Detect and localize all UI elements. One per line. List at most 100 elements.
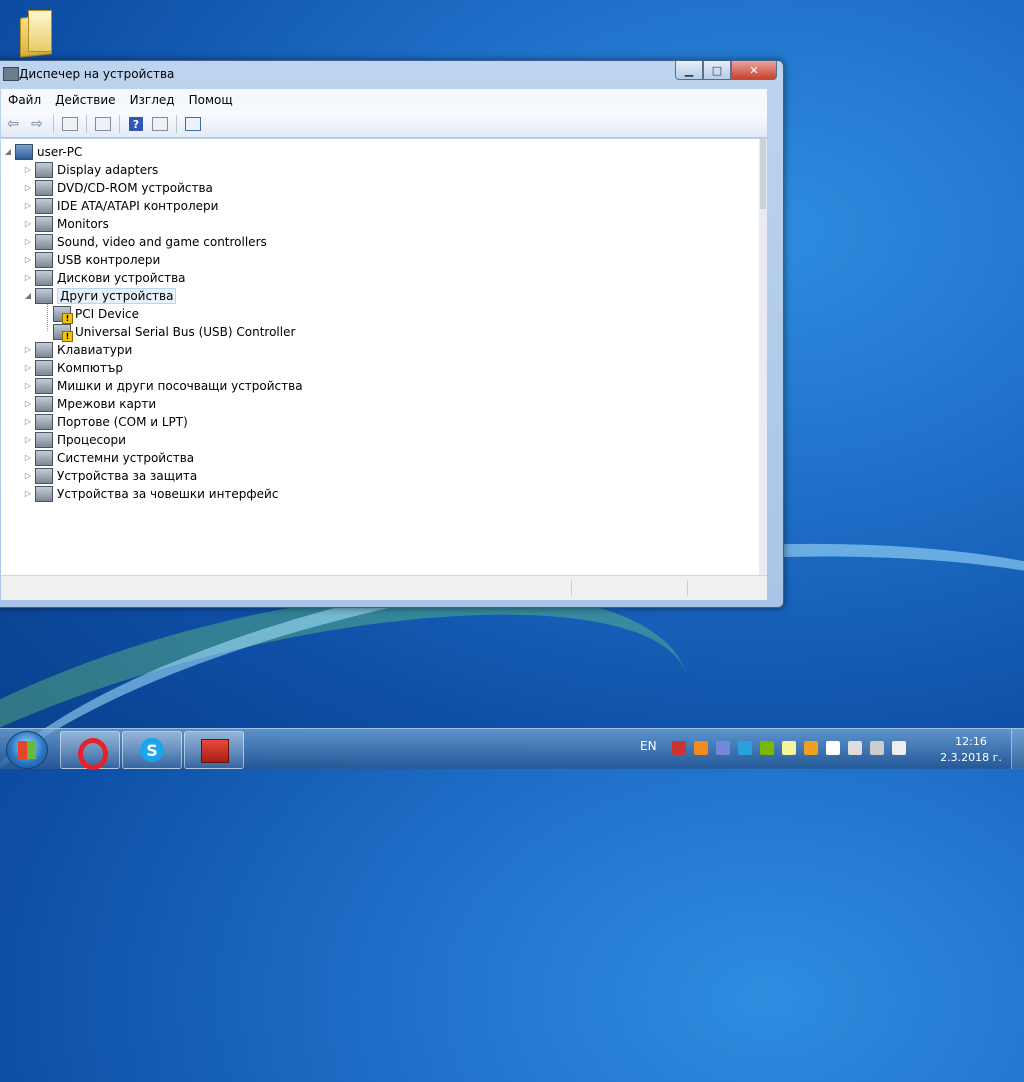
tree-category-label: Други устройства [57,287,177,304]
device-category-icon [35,179,53,196]
tree-category[interactable]: ▷ Monitors [23,215,109,232]
skype-icon: S [140,738,164,762]
expand-arrow-icon[interactable]: ▷ [23,345,33,354]
clock[interactable]: 12:16 2.3.2018 г. [940,734,1002,766]
taskbar-skype[interactable]: S [122,731,182,769]
tray-app-icon[interactable] [782,741,796,755]
toolbar-separator [53,115,54,133]
tree-category[interactable]: ▷ Мишки и други посочващи устройства [23,377,303,394]
expand-arrow-icon[interactable]: ▷ [23,219,33,228]
expand-arrow-icon[interactable]: ▷ [23,201,33,210]
status-bar [1,575,767,600]
scrollbar-thumb[interactable] [760,139,766,209]
tree-device-label: PCI Device [75,306,140,321]
expand-arrow-icon[interactable]: ▷ [23,237,33,246]
menu-help[interactable]: Помощ [182,93,240,107]
tree-category-label: IDE ATA/ATAPI контролери [57,198,219,213]
expand-arrow-icon[interactable]: ▷ [23,381,33,390]
action-pane-icon[interactable] [150,115,170,133]
expand-arrow-icon[interactable]: ▷ [23,183,33,192]
tree-category[interactable]: ▷ USB контролери [23,251,160,268]
expand-arrow-icon[interactable]: ▷ [23,417,33,426]
tree-category[interactable]: ▷ Компютър [23,359,123,376]
title-bar[interactable]: Диспечер на устройства ▁ □ ✕ [0,61,783,87]
tree-root[interactable]: ◢ user-PC [3,143,82,160]
device-category-icon [35,359,53,376]
collapse-arrow-icon[interactable]: ◢ [23,291,33,300]
tree-category-label: Системни устройства [57,450,195,465]
tree-category[interactable]: ▷ Клавиатури [23,341,132,358]
show-hide-console-tree-icon[interactable] [60,115,80,133]
properties-icon[interactable] [93,115,113,133]
toolbar: ⇦ ⇨ ? [1,111,767,138]
expand-arrow-icon[interactable]: ▷ [23,399,33,408]
device-warning-icon [53,323,73,342]
tree-category[interactable]: ▷ Системни устройства [23,449,194,466]
tray-volume-icon[interactable] [892,741,906,755]
opera-icon [78,738,108,770]
tree-category[interactable]: ▷ Дискови устройства [23,269,186,286]
tray-nvidia-icon[interactable] [760,741,774,755]
help-icon[interactable]: ? [126,115,146,133]
taskbar-device-manager[interactable] [184,731,244,769]
toolbar-separator [176,115,177,133]
device-category-icon [35,377,53,394]
menu-action[interactable]: Действие [48,93,122,107]
device-category-icon [35,485,53,502]
device-category-icon [35,161,53,178]
tree-category-label: Процесори [57,432,126,447]
tree-category[interactable]: ▷ Устройства за защита [23,467,197,484]
tray-flag-icon[interactable] [826,741,840,755]
tray-app-icon[interactable] [804,741,818,755]
back-icon[interactable]: ⇦ [3,115,23,133]
tree-category[interactable]: ▷ Устройства за човешки интерфейс [23,485,278,502]
tray-app-icon[interactable] [672,741,686,755]
desktop-folder-icon[interactable] [16,6,54,58]
tree-category-label: Monitors [57,216,109,231]
minimize-button[interactable]: ▁ [675,61,703,80]
tray-discord-icon[interactable] [716,741,730,755]
window-title: Диспечер на устройства [19,67,175,81]
tree-category[interactable]: ▷ Мрежови карти [23,395,156,412]
tray-app-icon[interactable] [848,741,862,755]
maximize-button[interactable]: □ [703,61,731,80]
tray-avast-icon[interactable] [694,741,708,755]
expand-arrow-icon[interactable]: ▷ [23,471,33,480]
expand-arrow-icon[interactable]: ▷ [23,255,33,264]
device-category-icon [35,413,53,430]
tree-category[interactable]: ▷ IDE ATA/ATAPI контролери [23,197,218,214]
device-category-icon [35,467,53,484]
tree-device[interactable]: PCI Device [51,305,140,324]
tree-device[interactable]: Universal Serial Bus (USB) Controller [51,323,295,342]
expand-arrow-icon[interactable]: ▷ [23,453,33,462]
tray-network-icon[interactable] [870,741,884,755]
tree-category[interactable]: ▷ Sound, video and game controllers [23,233,267,250]
tree-category[interactable]: ▷ Процесори [23,431,126,448]
taskbar: S EN 12:16 2.3.2018 г. [0,728,1024,770]
tree-category-label: Display adapters [57,162,159,177]
collapse-arrow-icon[interactable]: ◢ [3,147,13,156]
expand-arrow-icon[interactable]: ▷ [23,165,33,174]
toolbar-separator [86,115,87,133]
tree-category-label: DVD/CD-ROM устройства [57,180,213,195]
tree-category[interactable]: ▷ DVD/CD-ROM устройства [23,179,213,196]
expand-arrow-icon[interactable]: ▷ [23,273,33,282]
expand-arrow-icon[interactable]: ▷ [23,435,33,444]
windows-logo-icon [18,741,36,759]
taskbar-opera[interactable] [60,731,120,770]
show-desktop-button[interactable] [1011,729,1024,769]
tray-app-icon[interactable] [738,741,752,755]
scan-hardware-icon[interactable] [183,115,203,133]
language-indicator[interactable]: EN [640,739,657,753]
expand-arrow-icon[interactable]: ▷ [23,363,33,372]
tree-category[interactable]: ▷ Портове (COM и LPT) [23,413,188,430]
forward-icon[interactable]: ⇨ [27,115,47,133]
close-button[interactable]: ✕ [731,61,777,80]
expand-arrow-icon[interactable]: ▷ [23,489,33,498]
menu-file[interactable]: Файл [1,93,48,107]
device-manager-icon [3,67,19,81]
start-button[interactable] [6,731,48,769]
vertical-scrollbar[interactable] [759,139,767,575]
tree-category[interactable]: ▷ Display adapters [23,161,158,178]
menu-view[interactable]: Изглед [123,93,182,107]
